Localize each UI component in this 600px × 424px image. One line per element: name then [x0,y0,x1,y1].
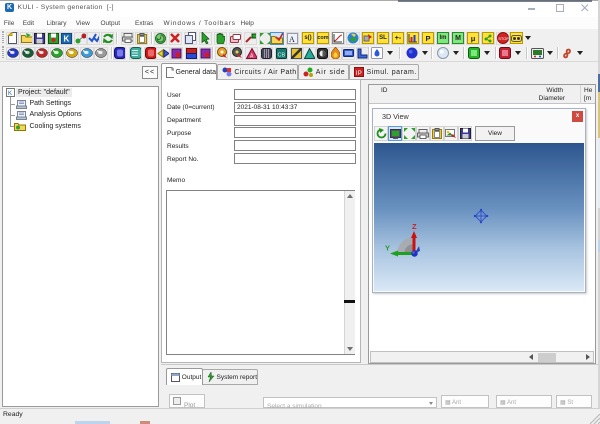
svg-text:CB: CB [278,52,286,58]
svg-text:K: K [64,34,70,43]
svg-text:Z: Z [412,222,417,231]
svg-text:A: A [289,35,295,44]
svg-text:Y: Y [385,244,390,253]
svg-text:IP: IP [356,71,363,77]
